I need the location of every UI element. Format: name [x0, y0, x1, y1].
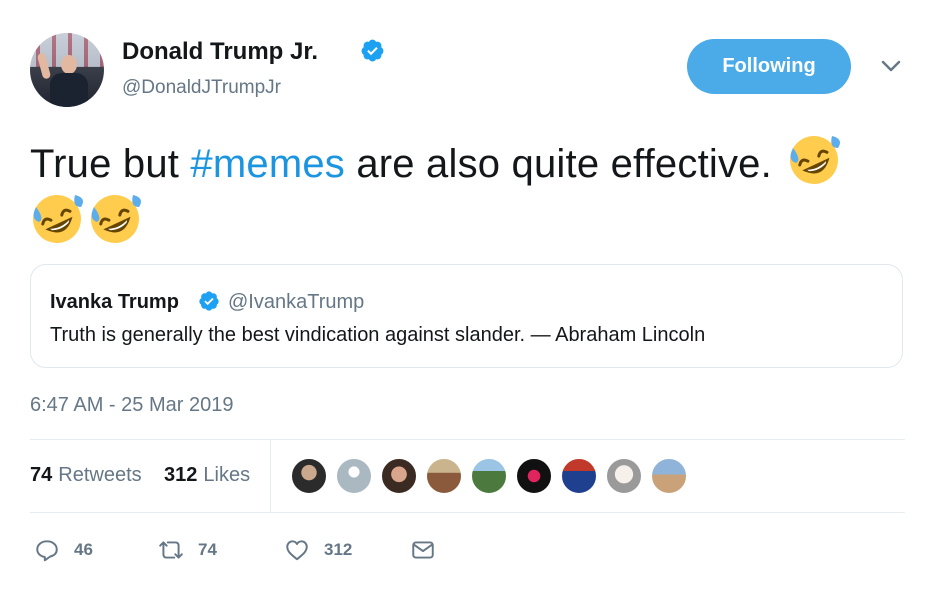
liker-avatar[interactable]	[425, 457, 463, 495]
likes-count: 312	[164, 464, 198, 486]
direct-message-button[interactable]	[410, 530, 436, 570]
reply-button[interactable]: 46	[34, 530, 93, 570]
retweet-button[interactable]: 74	[158, 530, 217, 570]
retweets-label: Retweets	[58, 464, 142, 486]
quoted-tweet-text: Truth is generally the best vindication …	[50, 324, 706, 346]
liker-avatar[interactable]	[605, 457, 643, 495]
retweet-count: 74	[198, 540, 217, 559]
tweet-actions: 46 74 312	[30, 530, 905, 570]
rofl-emoji	[91, 195, 141, 243]
liker-avatar[interactable]	[515, 457, 553, 495]
verified-icon	[199, 291, 219, 311]
likes-label: Likes	[203, 464, 251, 486]
author-handle[interactable]: @DonaldJTrumpJr	[122, 77, 281, 99]
tweet-text-before: True but	[30, 142, 191, 186]
liker-avatar[interactable]	[650, 457, 688, 495]
divider	[30, 512, 905, 513]
retweet-icon	[159, 541, 183, 559]
liker-avatar[interactable]	[290, 457, 328, 495]
author-name[interactable]: Donald Trump Jr.	[122, 38, 318, 66]
rofl-emoji	[790, 136, 841, 184]
quoted-author-name: Ivanka Trump	[50, 291, 179, 313]
chevron-down-icon[interactable]	[880, 58, 902, 74]
like-button[interactable]: 312	[284, 530, 352, 570]
retweets-count: 74	[30, 464, 53, 486]
likes-stat[interactable]: 312 Likes	[164, 464, 250, 487]
tweet-text: True but #memes are also quite effective…	[30, 133, 900, 251]
quoted-author-handle: @IvankaTrump	[228, 291, 365, 313]
liker-avatar[interactable]	[380, 457, 418, 495]
following-button[interactable]: Following	[687, 39, 851, 94]
tweet-card: Donald Trump Jr. @DonaldJTrumpJr Followi…	[0, 0, 940, 596]
rofl-emoji	[33, 195, 83, 243]
liker-avatar[interactable]	[470, 457, 508, 495]
liker-avatar[interactable]	[560, 457, 598, 495]
quoted-tweet[interactable]: Ivanka Trump @IvankaTrump Truth is gener…	[30, 264, 903, 368]
reply-count: 46	[74, 540, 93, 559]
hashtag-link[interactable]: #memes	[190, 142, 345, 186]
author-avatar[interactable]	[30, 33, 104, 107]
divider	[270, 440, 271, 512]
like-icon	[286, 540, 308, 561]
verified-icon	[361, 39, 384, 62]
like-count: 312	[324, 540, 353, 559]
tweet-timestamp[interactable]: 6:47 AM - 25 Mar 2019	[30, 394, 233, 417]
tweet-text-after: are also quite effective.	[345, 142, 772, 186]
tweet-stats: 74 Retweets 312 Likes	[30, 440, 905, 512]
reply-icon	[36, 540, 58, 562]
retweets-stat[interactable]: 74 Retweets	[30, 464, 142, 487]
liker-avatar[interactable]	[335, 457, 373, 495]
dm-icon	[412, 541, 434, 559]
